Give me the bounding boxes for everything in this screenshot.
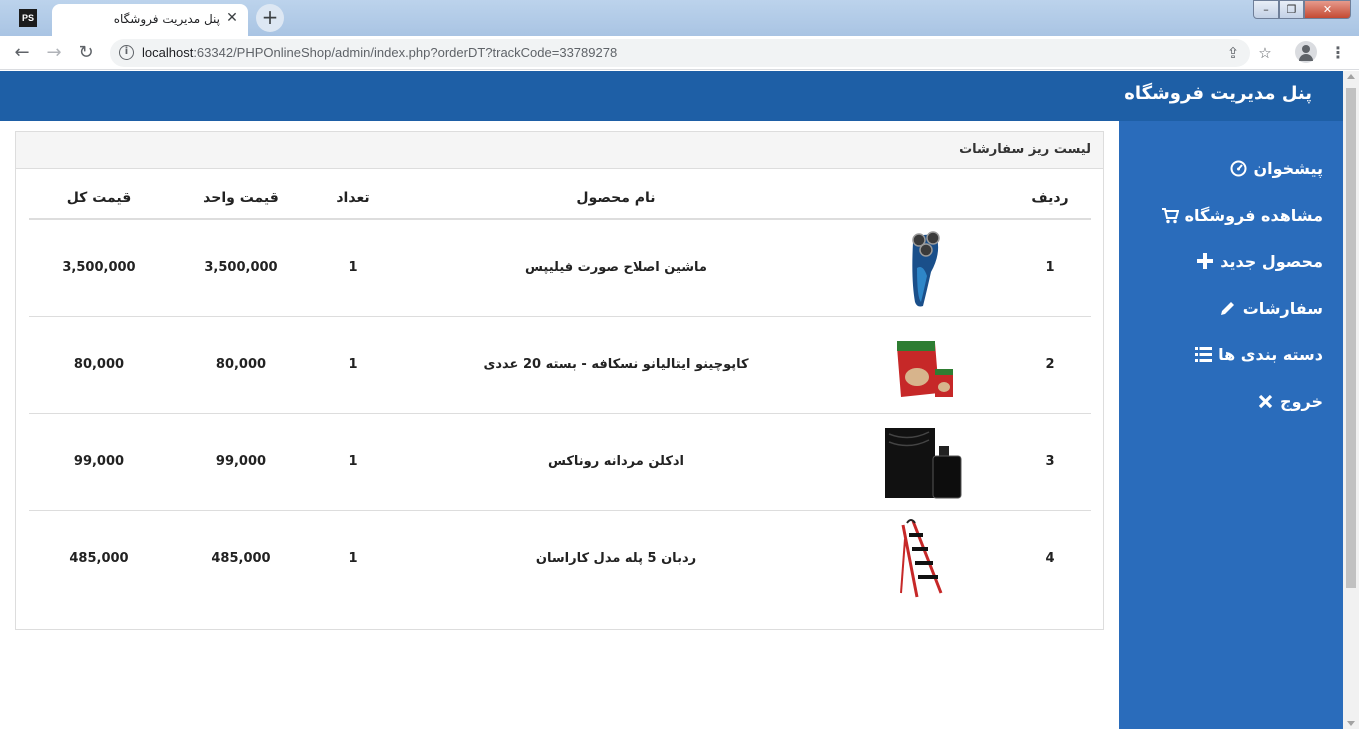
sidebar-item-categories[interactable]: دسته بندی ها <box>1194 341 1323 367</box>
reload-icon[interactable]: ↻ <box>75 42 97 64</box>
row-unit-price: 99,000 <box>215 454 267 469</box>
row-total: 3,500,000 <box>62 260 136 275</box>
list-icon <box>1194 345 1212 363</box>
order-details-panel: لیست ریز سفارشات ردیف نام محصول تعداد قی… <box>15 131 1104 630</box>
forward-arrow-icon[interactable]: → <box>43 42 65 64</box>
sidebar: پیشخوان مشاهده فروشگاه محصول جدید سفارشا… <box>1119 121 1343 729</box>
order-items-table: ردیف نام محصول تعداد قیمت واحد قیمت کل 1 <box>29 180 1091 608</box>
page-viewport: پنل مدیریت فروشگاه پیشخوان مشاهده فروشگا… <box>0 71 1343 729</box>
window-close-button[interactable]: ✕ <box>1304 0 1351 19</box>
page-scrollbar[interactable] <box>1343 71 1359 729</box>
table-header: ردیف نام محصول تعداد قیمت واحد قیمت کل <box>29 180 1091 220</box>
cappuccino-image <box>879 325 967 405</box>
bookmark-star-icon[interactable]: ☆ <box>1256 44 1274 62</box>
tab-title: پنل مدیریت فروشگاه <box>113 12 220 26</box>
scroll-up-arrow-icon[interactable] <box>1347 74 1355 79</box>
panel-title: لیست ریز سفارشات <box>959 142 1091 157</box>
app-logo-icon: PS <box>19 9 37 27</box>
browser-tab[interactable]: پنل مدیریت فروشگاه ✕ <box>52 4 248 36</box>
sidebar-item-label: مشاهده فروشگاه <box>1184 205 1323 225</box>
window-controls: – ❐ ✕ <box>1253 0 1357 20</box>
row-qty: 1 <box>348 551 358 566</box>
browser-toolbar: ← → ↻ i localhost:63342/PHPOnlineShop/ad… <box>0 36 1359 70</box>
row-total: 99,000 <box>73 454 125 469</box>
sidebar-item-label: دسته بندی ها <box>1218 344 1323 364</box>
row-qty: 1 <box>348 454 358 469</box>
column-header-qty: تعداد <box>336 190 370 206</box>
brand-title: پنل مدیریت فروشگاه <box>1124 83 1312 104</box>
column-header-total: قیمت کل <box>66 190 132 206</box>
new-tab-button[interactable]: + <box>256 4 284 32</box>
row-unit-price: 3,500,000 <box>204 260 278 275</box>
close-icon <box>1256 392 1274 410</box>
cart-icon <box>1161 206 1179 224</box>
browser-titlebar: PS پنل مدیریت فروشگاه ✕ + – ❐ ✕ <box>0 0 1359 36</box>
sidebar-item-new-product[interactable]: محصول جدید <box>1196 248 1323 274</box>
top-header: پنل مدیریت فروشگاه <box>0 71 1343 121</box>
url-host: localhost <box>142 45 194 60</box>
dashboard-icon <box>1229 159 1247 177</box>
row-unit-price: 485,000 <box>211 551 271 566</box>
row-index: 3 <box>1045 454 1055 469</box>
table-row: 2 کاپوچینو ایتالیانو نسکافه - بسته 20 عد… <box>29 317 1091 414</box>
minimize-button[interactable]: – <box>1253 0 1279 19</box>
column-header-name: نام محصول <box>576 190 656 206</box>
scroll-down-arrow-icon[interactable] <box>1347 721 1355 726</box>
sidebar-item-label: محصول جدید <box>1220 251 1323 271</box>
row-index: 2 <box>1045 357 1055 372</box>
perfume-image <box>879 422 967 502</box>
sidebar-item-label: خروج <box>1280 391 1323 411</box>
info-icon[interactable]: i <box>119 45 134 60</box>
row-total: 80,000 <box>73 357 125 372</box>
row-index: 1 <box>1045 260 1055 275</box>
sidebar-item-label: سفارشات <box>1242 298 1323 318</box>
plus-icon <box>1196 252 1214 270</box>
row-index: 4 <box>1045 551 1055 566</box>
sidebar-item-orders[interactable]: سفارشات <box>1219 295 1323 321</box>
table-row: 1 ماشین اصلاح صورت فیلیپس 1 3,500,000 3,… <box>29 220 1091 317</box>
row-product-name: ماشین اصلاح صورت فیلیپس <box>525 260 707 275</box>
panel-header: لیست ریز سفارشات <box>16 132 1103 169</box>
sidebar-item-logout[interactable]: خروج <box>1256 388 1323 414</box>
row-product-name: ردبان 5 پله مدل کاراسان <box>535 551 697 566</box>
shaver-image <box>879 228 967 308</box>
sidebar-item-view-shop[interactable]: مشاهده فروشگاه <box>1161 202 1323 228</box>
column-header-index: ردیف <box>1031 190 1069 206</box>
close-icon[interactable]: ✕ <box>224 10 240 26</box>
more-menu-icon[interactable]: ⋮ <box>1330 42 1346 64</box>
share-icon[interactable]: ⇪ <box>1224 44 1242 62</box>
url-text[interactable]: localhost:63342/PHPOnlineShop/admin/inde… <box>142 45 617 60</box>
column-header-unit-price: قیمت واحد <box>203 190 279 206</box>
row-total: 485,000 <box>69 551 129 566</box>
row-product-name: کاپوچینو ایتالیانو نسکافه - بسته 20 عددی <box>483 357 749 372</box>
restore-button[interactable]: ❐ <box>1279 0 1304 19</box>
table-row: 3 ادکلن مردانه روناکس 1 99,000 99,000 <box>29 414 1091 511</box>
sidebar-item-dashboard[interactable]: پیشخوان <box>1229 155 1323 181</box>
ladder-image <box>879 519 967 599</box>
address-bar[interactable]: i localhost:63342/PHPOnlineShop/admin/in… <box>110 39 1250 67</box>
pencil-icon <box>1219 299 1237 317</box>
url-path: :63342/PHPOnlineShop/admin/index.php?ord… <box>193 45 618 60</box>
sidebar-item-label: پیشخوان <box>1253 158 1323 178</box>
profile-avatar-icon[interactable] <box>1295 41 1317 63</box>
row-qty: 1 <box>348 357 358 372</box>
back-arrow-icon[interactable]: ← <box>11 42 33 64</box>
row-unit-price: 80,000 <box>215 357 267 372</box>
row-product-name: ادکلن مردانه روناکس <box>547 454 685 469</box>
table-row: 4 ردبان 5 پله مدل کاراسان 1 485,000 485,… <box>29 511 1091 608</box>
scroll-thumb[interactable] <box>1346 88 1356 588</box>
row-qty: 1 <box>348 260 358 275</box>
